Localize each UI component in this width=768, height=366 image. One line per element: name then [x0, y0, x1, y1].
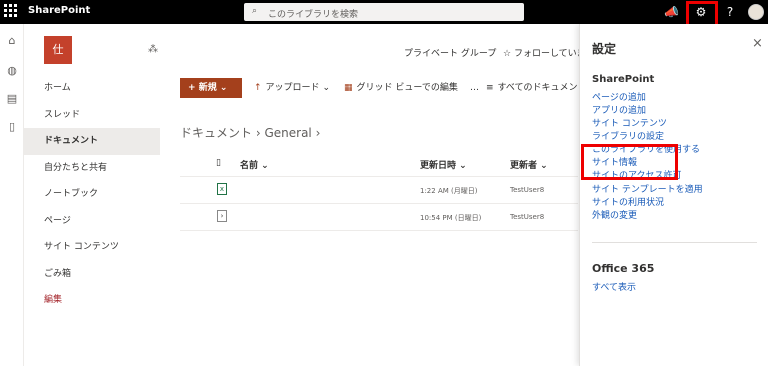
close-icon[interactable]: ×: [752, 36, 763, 51]
grid-icon: ▦: [344, 83, 353, 93]
plus-icon: +: [188, 83, 199, 93]
view-selector[interactable]: ≡ すべてのドキュメン: [486, 78, 578, 98]
nav-item-shared-with-us[interactable]: 自分たちと共有: [24, 155, 160, 182]
row-modified: 1:22 AM (月曜日): [420, 187, 478, 195]
nav-item-recycle-bin[interactable]: ごみ箱: [24, 261, 160, 288]
row-divider: [180, 230, 578, 231]
section-divider: [592, 242, 757, 243]
settings-panel: 設定 × SharePoint ページの追加 アプリの追加 サイト コンテンツ …: [579, 24, 768, 366]
change-look-link[interactable]: 外観の変更: [592, 208, 637, 221]
column-header-modified-label: 更新日時: [420, 161, 457, 171]
column-header-modified-by[interactable]: 更新者 ⌄: [510, 158, 548, 171]
search-box[interactable]: ⌕ このライブラリを検索: [244, 3, 524, 21]
row-divider: [180, 203, 578, 204]
row-modified-by[interactable]: TestUser8: [510, 213, 544, 221]
site-logo[interactable]: 仕: [44, 36, 72, 64]
sharepoint-section-heading: SharePoint: [592, 74, 655, 85]
column-header-name[interactable]: 名前 ⌄: [240, 158, 269, 171]
nav-edit-link[interactable]: 編集: [24, 287, 160, 314]
teams-icon[interactable]: ⁂: [148, 44, 158, 55]
search-placeholder: このライブラリを検索: [268, 10, 359, 20]
nav-item-threads[interactable]: スレッド: [24, 102, 160, 129]
help-icon[interactable]: ?: [724, 3, 736, 21]
add-app-link[interactable]: アプリの追加: [592, 103, 646, 116]
row-modified: 10:54 PM (日曜日): [420, 214, 482, 222]
list-icon: ≡: [486, 83, 494, 93]
upload-label: アップロード: [265, 83, 320, 93]
suite-header: SharePoint ⌕ このライブラリを検索 📣 ⚙ ?: [0, 0, 768, 24]
left-navigation: ホーム スレッド ドキュメント 自分たちと共有 ノートブック ページ サイト コ…: [24, 75, 160, 314]
breadcrumb-current[interactable]: General: [264, 126, 311, 140]
view-all-link[interactable]: すべて表示: [592, 280, 636, 293]
nav-item-notebook[interactable]: ノートブック: [24, 181, 160, 208]
new-label: 新規: [198, 83, 217, 93]
upload-button[interactable]: ↑ アップロード ⌄: [254, 78, 330, 98]
office365-section-heading: Office 365: [592, 262, 655, 275]
breadcrumb-separator-icon: ›: [315, 126, 321, 140]
view-label: すべてのドキュメン: [497, 83, 578, 93]
home-icon[interactable]: ⌂: [5, 34, 19, 48]
nav-item-site-contents[interactable]: サイト コンテンツ: [24, 234, 160, 261]
search-icon: ⌕: [252, 6, 258, 16]
chevron-down-icon: ⌄: [322, 83, 330, 93]
excel-file-icon: x: [217, 183, 227, 195]
upload-icon: ↑: [254, 83, 262, 93]
apply-site-template-link[interactable]: サイト テンプレートを適用: [592, 182, 703, 195]
file-type-header-icon[interactable]: ▯: [216, 158, 221, 168]
column-header-modified-by-label: 更新者: [510, 161, 538, 171]
app-name[interactable]: SharePoint: [28, 5, 90, 16]
site-usage-link[interactable]: サイトの利用状況: [592, 195, 664, 208]
nav-item-home[interactable]: ホーム: [24, 75, 160, 102]
site-contents-link[interactable]: サイト コンテンツ: [592, 116, 667, 129]
add-page-link[interactable]: ページの追加: [592, 90, 646, 103]
breadcrumb-root[interactable]: ドキュメント: [180, 126, 252, 140]
breadcrumb: ドキュメント › General ›: [180, 124, 320, 141]
news-icon[interactable]: ▤: [5, 92, 19, 106]
column-header-modified[interactable]: 更新日時 ⌄: [420, 158, 467, 171]
file-icon: ›: [217, 210, 227, 222]
group-privacy-label: プライベート グループ: [404, 49, 497, 59]
nav-item-documents[interactable]: ドキュメント: [24, 128, 160, 155]
grid-edit-label: グリッド ビューでの編集: [356, 83, 458, 93]
row-modified-by[interactable]: TestUser8: [510, 186, 544, 194]
avatar[interactable]: [748, 4, 764, 20]
follow-label: フォローしていま: [513, 49, 586, 59]
grid-edit-button[interactable]: ▦ グリッド ビューでの編集: [344, 78, 458, 98]
library-settings-link[interactable]: ライブラリの設定: [592, 129, 664, 142]
globe-icon[interactable]: ◍: [5, 64, 19, 78]
chevron-down-icon: ⌄: [219, 83, 228, 93]
megaphone-icon[interactable]: 📣: [664, 3, 679, 21]
document-icon[interactable]: ▯: [5, 120, 19, 134]
more-button[interactable]: …: [470, 78, 479, 98]
settings-title: 設定: [592, 42, 617, 56]
site-info-highlight-box: [581, 144, 678, 180]
column-header-name-label: 名前: [240, 161, 259, 171]
follow-button[interactable]: ☆ フォローしていま: [503, 46, 586, 59]
new-button[interactable]: + 新規 ⌄: [180, 78, 242, 98]
header-divider: [180, 176, 578, 177]
app-bar: ⌂ ◍ ▤ ▯: [0, 24, 24, 366]
star-icon: ☆: [503, 49, 512, 59]
app-launcher-icon[interactable]: [4, 4, 20, 20]
nav-item-pages[interactable]: ページ: [24, 208, 160, 235]
